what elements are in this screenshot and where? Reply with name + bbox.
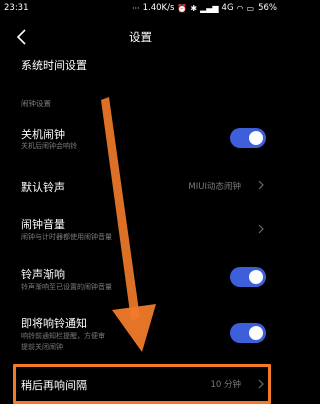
shutdown-alarm-toggle[interactable]	[230, 128, 266, 148]
row-upcoming-notify-subtitle: 响铃前通知栏提醒，方便审	[21, 332, 105, 340]
row-system-time[interactable]: 系统时间设置	[0, 55, 281, 75]
chevron-right-icon	[258, 180, 264, 190]
wifi-icon: ◠	[236, 3, 244, 13]
section-label-alarm: 闹钟设置	[21, 99, 51, 108]
status-time: 23:31	[4, 3, 29, 13]
annotation-highlight-box	[13, 364, 271, 404]
row-shutdown-alarm[interactable]: 关机闹钟 关机后闹钟会响铃	[0, 118, 281, 158]
row-ringtone-fade-subtitle: 铃声渐响至已设置的闹钟音量	[21, 283, 112, 291]
row-default-ringtone[interactable]: 默认铃声 MIUI动态闹钟	[0, 170, 281, 200]
upcoming-notify-toggle[interactable]	[230, 323, 266, 343]
bluetooth-icon: ✱	[190, 3, 198, 13]
dots-icon: ···	[131, 3, 140, 13]
row-ringtone-fade-title: 铃声渐响	[21, 268, 65, 281]
row-alarm-volume[interactable]: 闹钟音量 闹钟与计时器都使用闹钟音量	[0, 210, 281, 246]
clock-icon: ⏰	[177, 3, 188, 13]
row-upcoming-notify-title: 即将响铃通知	[21, 317, 87, 330]
row-default-ringtone-title: 默认铃声	[21, 181, 65, 194]
row-system-time-title: 系统时间设置	[21, 59, 87, 72]
row-ringtone-fade[interactable]: 铃声渐响 铃声渐响至已设置的闹钟音量	[0, 260, 281, 296]
status-bar: 23:31 ··· 1.40K/s ⏰ ✱ ▂▄▆ 4G ◠ ▭ 56%	[0, 0, 281, 17]
row-default-ringtone-value: MIUI动态闹钟	[188, 182, 241, 192]
ringtone-fade-toggle[interactable]	[230, 267, 266, 287]
signal-icon: ▂▄▆	[200, 3, 219, 13]
network-type: 4G	[221, 3, 234, 13]
network-speed: 1.40K/s	[142, 3, 175, 13]
row-upcoming-notify-subtitle-2: 提前关闭闹钟	[21, 343, 63, 351]
toggle-knob	[249, 131, 263, 145]
status-icons: ··· 1.40K/s ⏰ ✱ ▂▄▆ 4G ◠ ▭ 56%	[132, 3, 277, 13]
row-shutdown-alarm-subtitle: 关机后闹钟会响铃	[21, 142, 77, 150]
row-upcoming-notify[interactable]: 即将响铃通知 响铃前通知栏提醒，方便审 提前关闭闹钟	[0, 310, 281, 360]
row-alarm-volume-subtitle: 闹钟与计时器都使用闹钟音量	[21, 233, 112, 241]
toggle-knob	[249, 270, 263, 284]
header: 设置	[0, 22, 281, 52]
battery-icon: ▭	[246, 3, 255, 13]
toggle-knob	[249, 326, 263, 340]
page-title: 设置	[129, 30, 152, 44]
chevron-right-icon	[258, 224, 264, 234]
row-alarm-volume-title: 闹钟音量	[21, 218, 65, 231]
row-shutdown-alarm-title: 关机闹钟	[21, 128, 65, 141]
battery-percent: 56%	[258, 3, 277, 13]
